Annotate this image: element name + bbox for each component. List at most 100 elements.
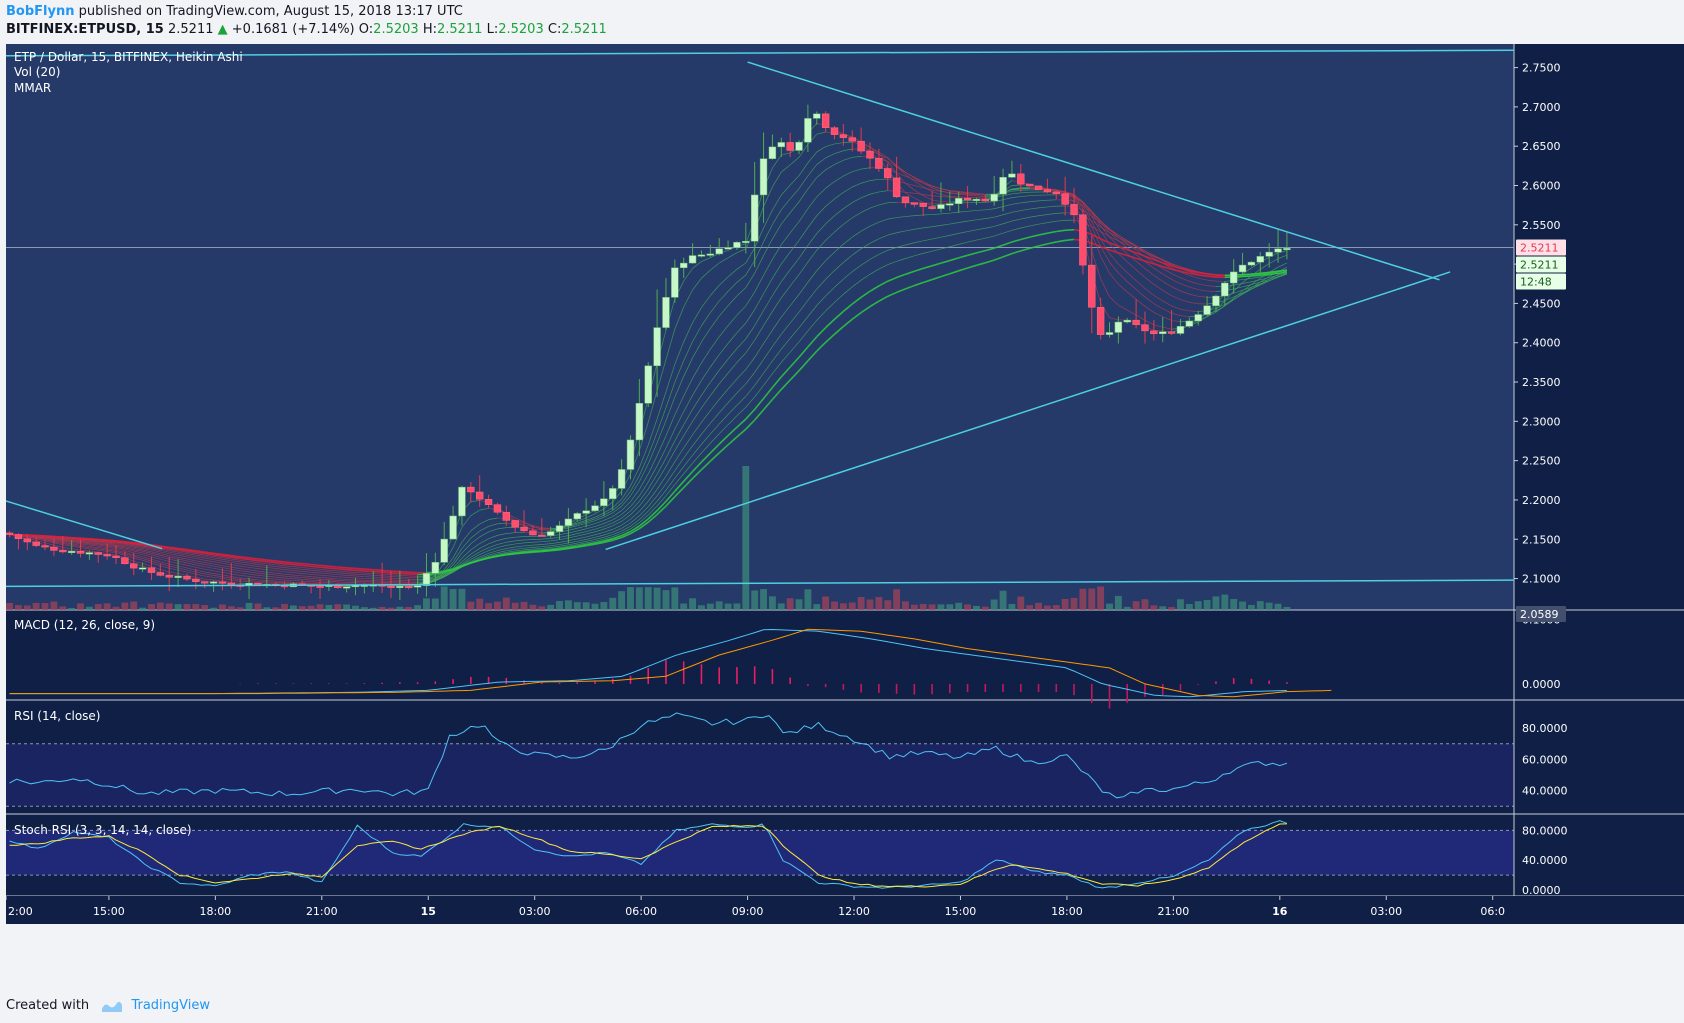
volume-bar [236,607,244,610]
volume-bar [1194,601,1202,610]
candle-body [440,538,448,563]
stoch-band [6,830,1514,876]
volume-bar [644,587,652,610]
volume-bar [201,605,209,610]
volume-bar [1159,606,1167,610]
mmar-ribbon-segment [1269,272,1279,276]
volume-bar [165,603,173,610]
volume-bar [414,605,422,610]
price-tick-label: 2.3000 [1522,415,1561,428]
volume-bar [1043,605,1051,610]
volume-bar [1026,605,1034,610]
mmar-ribbon-segment [266,559,276,562]
candle-body [484,499,493,505]
candle-body [209,581,218,584]
rsi-band [6,743,1514,807]
mmar-ribbon-segment [550,548,560,552]
candle-body [644,365,652,404]
price-tick-label: 2.4000 [1522,337,1561,350]
candle-body [830,127,839,135]
volume-bar [334,604,342,610]
volume-bar [627,587,634,610]
mmar-ribbon-segment [124,540,134,544]
candle-body [1025,183,1034,187]
volume-bar [529,604,537,610]
candle-body [112,555,120,558]
ohlc-legend: BITFINEX:ETPUSD, 15 2.5211 ▲ +0.1681 (+7… [6,22,607,37]
chart-svg[interactable]: 2.75002.70002.65002.60002.55002.50002.45… [2,44,1684,994]
candle-body [5,532,14,535]
volume-bar [272,607,280,610]
volume-bar [902,601,909,610]
candle-body [413,585,422,588]
mmar-ribbon-segment [80,537,90,540]
mmar-ribbon-segment [319,566,329,569]
tradingview-link[interactable]: TradingView [131,998,210,1013]
mmar-ribbon-segment [257,559,267,563]
volume-bar [1070,597,1078,610]
symbol-label: BITFINEX:ETPUSD, 15 [6,22,164,37]
open-value: 2.5203 [373,22,419,37]
candle-body [1203,305,1211,315]
indicator-tick-label: 80.0000 [1522,722,1568,735]
volume-bar [990,599,998,610]
candle-body [1247,261,1256,266]
volume-bar [1256,601,1264,610]
open-label: O: [358,22,374,37]
volume-bar [227,606,235,610]
mmar-ribbon-segment [53,535,63,538]
time-tick-label: 2:00 [8,905,33,918]
candle-body [626,439,635,470]
mmar-ribbon-segment [355,567,365,570]
time-tick-label: 21:00 [1158,905,1190,918]
volume-bar [1141,599,1149,610]
indicator-tick-label: 0.0000 [1522,678,1561,691]
volume-bar [112,606,120,610]
volume-bar [298,606,306,610]
volume-bar [281,604,288,610]
volume-bar [14,605,22,610]
mmar-ribbon-segment [1251,274,1261,277]
mmar-ribbon-segment [1242,273,1252,276]
mmar-ribbon-segment [364,570,374,573]
mmar-ribbon-segment [275,560,285,563]
candle-body [928,206,936,209]
candle-body [1230,271,1238,284]
low-label: L: [486,22,499,37]
price-tick-label: 2.7000 [1522,101,1561,114]
volume-bar [813,604,821,610]
candle-body [999,177,1007,195]
volume-bar [85,606,93,610]
candle-body [653,327,661,367]
mmar-ribbon-segment [541,549,551,553]
mmar-ribbon-segment [328,567,338,570]
chart-area[interactable]: 2.75002.70002.65002.60002.55002.50002.45… [2,44,1684,994]
volume-bar [1168,607,1176,610]
volume-bar [635,587,643,610]
time-tick-label: 06:00 [625,905,657,918]
volume-bar [715,601,723,610]
volume-bar [41,603,49,610]
candle-body [396,585,404,588]
volume-bar [1088,588,1096,610]
volume-bar [1150,605,1158,610]
volume-bar [94,604,102,610]
mmar-ribbon-segment [311,563,321,567]
candle-body [23,538,31,543]
mmar-ribbon-segment [390,570,400,573]
volume-bar [893,589,901,610]
volume-bar [1265,602,1273,610]
author-link[interactable]: BobFlynn [6,4,74,19]
candle-body [422,573,431,586]
volume-bar [786,598,794,610]
candle-body [467,486,475,493]
vol-label: Vol (20) [14,65,60,79]
volume-bar [919,604,927,610]
candle-body [724,247,732,250]
candle-body [839,134,848,138]
candle-body [502,511,510,521]
volume-bar [50,601,58,610]
volume-bar [795,599,803,610]
footer: Created with TradingView [6,998,210,1018]
candle-body [103,554,111,557]
